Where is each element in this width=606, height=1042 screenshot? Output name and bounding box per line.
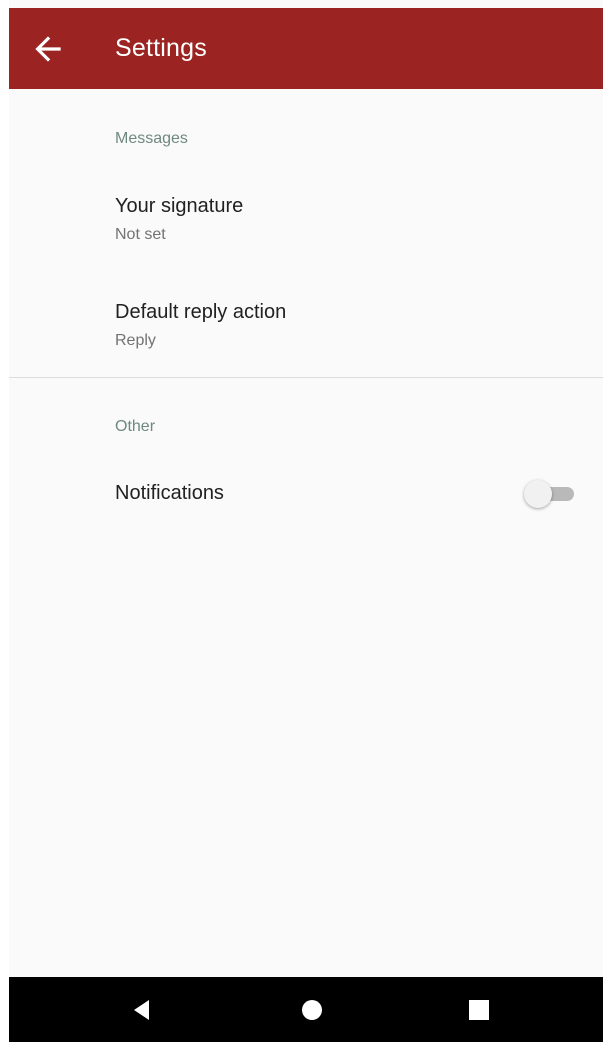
settings-list: Messages Your signature Not set Default … [9, 89, 603, 977]
pref-default-reply-action[interactable]: Default reply action Reply [9, 283, 603, 363]
pref-summary: Not set [115, 226, 166, 243]
pref-notifications[interactable]: Notifications [9, 465, 603, 523]
arrow-left-icon [35, 36, 61, 62]
screen-gutter-left [0, 0, 9, 1042]
app-bar: Settings [9, 8, 603, 89]
nav-back-button[interactable] [127, 995, 157, 1025]
page-title: Settings [115, 34, 207, 62]
back-button[interactable] [29, 30, 67, 68]
pref-your-signature[interactable]: Your signature Not set [9, 177, 603, 257]
pref-title: Notifications [115, 482, 224, 504]
toggle-thumb [524, 480, 552, 508]
nav-home-icon [302, 1000, 322, 1020]
nav-recents-icon [469, 1000, 489, 1020]
pref-title: Your signature [115, 195, 244, 217]
nav-recents-button[interactable] [464, 995, 494, 1025]
section-header-other: Other [115, 418, 156, 435]
pref-title: Default reply action [115, 301, 287, 323]
system-nav-bar [9, 977, 603, 1042]
nav-home-button[interactable] [297, 995, 327, 1025]
nav-back-icon [134, 1000, 149, 1020]
section-header-messages: Messages [115, 130, 188, 147]
notifications-toggle[interactable] [524, 479, 576, 509]
pref-summary: Reply [115, 332, 156, 349]
section-divider [9, 377, 603, 378]
